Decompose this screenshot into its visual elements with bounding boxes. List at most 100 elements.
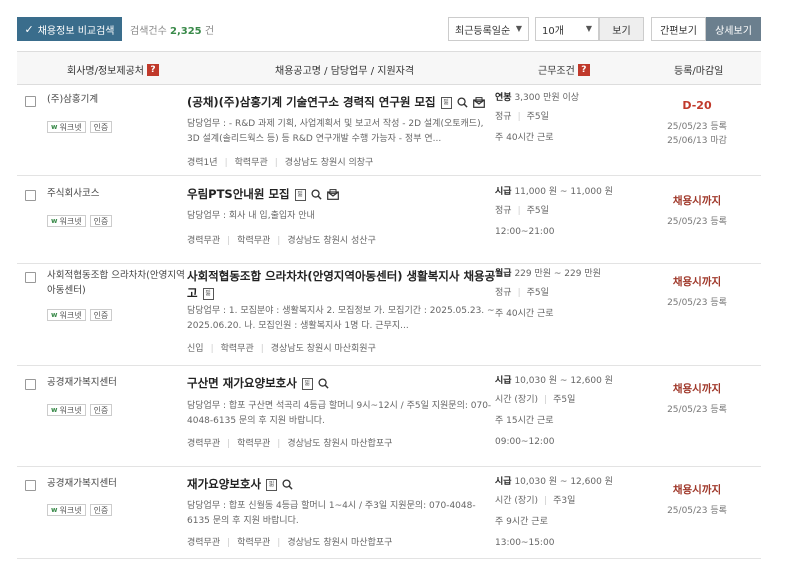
company-name[interactable]: 사회적협동조합 으라차차(안영지역아동센터) — [47, 268, 187, 298]
company-name[interactable]: (주)삼홍기계 — [47, 92, 187, 107]
check-icon: ✓ — [24, 22, 34, 36]
company-name[interactable]: 공경재가복지센터 — [47, 476, 187, 491]
work-conditions: 연봉 3,300 만원 이상 정규주5일주 40시간 근로 — [495, 92, 655, 145]
condition-line: 정규주5일 — [495, 205, 655, 218]
view-button[interactable]: 보기 — [599, 17, 644, 41]
cert-badge: 인증 — [89, 504, 113, 516]
search-icon[interactable] — [282, 479, 293, 490]
compare-search-button[interactable]: ✓ 채용정보 비교검색 — [17, 17, 122, 41]
search-icon[interactable] — [318, 378, 329, 389]
deadline-badge: 채용시까지 — [672, 276, 722, 288]
condition-line: 시간 (장기)주3일 — [495, 495, 655, 508]
pay-line: 연봉 3,300 만원 이상 — [495, 92, 655, 105]
simple-view-button[interactable]: 간편보기 — [651, 17, 706, 41]
job-title-link[interactable]: 사회적협동조합 으라차차(안영지역아동센터) 생활복지사 채용공고 — [187, 269, 495, 300]
search-icon[interactable] — [457, 97, 468, 108]
pay-line: 시급 10,030 원 ~ 12,600 원 — [495, 375, 655, 388]
condition-line: 주 40시간 근로 — [495, 308, 655, 321]
company-name[interactable]: 공경재가복지센터 — [47, 375, 187, 390]
work-conditions: 시급 10,030 원 ~ 12,600 원 시간 (장기)주5일주 15시간 … — [495, 375, 655, 449]
condition-item: 주5일 — [512, 205, 549, 218]
table-row: 공경재가복지센터 w 워크넷 인증 구산면 재가요양보호사 핆 담당업무 : 합포 … — [17, 366, 761, 467]
condition-line: 주 40시간 근로 — [495, 132, 655, 145]
company-name[interactable]: 주식회사코스 — [47, 186, 187, 201]
job-title-link[interactable]: (공채)(주)삼홍기계 기술연구소 경력직 연구원 모집 — [187, 95, 436, 109]
document-icon[interactable]: 핆 — [440, 96, 452, 109]
date-status: 채용시까지 25/05/23 등록 — [647, 482, 747, 518]
help-icon[interactable]: ? — [146, 63, 159, 76]
condition-item: 주 9시간 근로 — [495, 517, 548, 527]
meta-item: 학력무관 — [220, 535, 270, 548]
registered-date: 25/05/23 등록 — [667, 298, 727, 308]
document-icon[interactable]: 핆 — [294, 188, 306, 201]
condition-line: 12:00~21:00 — [495, 226, 655, 239]
condition-item: 주5일 — [512, 111, 549, 124]
job-title-link[interactable]: 재가요양보호사 — [187, 477, 261, 491]
header-conditions: 근무조건 ? — [538, 62, 590, 77]
pay-type: 월급 — [495, 269, 512, 279]
job-meta: 경력무관학력무관경상남도 창원시 성산구 — [187, 233, 376, 246]
cert-badge: 인증 — [89, 404, 113, 416]
meta-item: 학력무관 — [220, 436, 270, 449]
date-status: D-20 25/05/23 등록 25/06/13 마감 — [647, 98, 747, 148]
condition-line: 주 9시간 근로 — [495, 516, 655, 529]
badge-group: w 워크넷 인증 — [47, 309, 113, 321]
badge-group: w 워크넷 인증 — [47, 121, 113, 133]
pay-amount: 10,030 원 ~ 12,600 원 — [514, 477, 613, 487]
pay-amount: 11,000 원 ~ 11,000 원 — [514, 187, 613, 197]
condition-item: 12:00~21:00 — [495, 227, 555, 237]
row-checkbox[interactable] — [25, 96, 36, 107]
help-icon[interactable]: ? — [577, 63, 590, 76]
header-conditions-label: 근무조건 — [538, 66, 575, 77]
job-title-link[interactable]: 구산면 재가요양보호사 — [187, 376, 297, 390]
meta-item: 경력무관 — [187, 439, 221, 449]
condition-line: 09:00~12:00 — [495, 436, 655, 449]
worknet-icon: w — [51, 217, 58, 225]
job-duty: 담당업무 : 합포 신월동 4등급 할머니 1~4시 / 주3일 지원문의: 0… — [187, 501, 476, 526]
worknet-label: 워크넷 — [59, 216, 82, 226]
job-title: 구산면 재가요양보호사 핆 — [187, 375, 497, 392]
worknet-badge: w 워크넷 — [47, 121, 86, 133]
worknet-badge: w 워크넷 — [47, 504, 86, 516]
job-duty: 담당업무 : - R&D 과제 기획, 사업계획서 및 보고서 작성 - 2D … — [187, 119, 484, 144]
pay-amount: 3,300 만원 이상 — [514, 93, 580, 103]
mail-icon[interactable] — [472, 97, 485, 108]
condition-line: 정규주5일 — [495, 111, 655, 124]
deadline-badge: 채용시까지 — [672, 383, 722, 395]
meta-item: 경상남도 창원시 마산합포구 — [270, 436, 392, 449]
work-conditions: 월급 229 만원 ~ 229 만원 정규주5일주 40시간 근로 — [495, 268, 655, 321]
compare-search-label: 채용정보 비교검색 — [37, 25, 115, 37]
row-checkbox[interactable] — [25, 379, 36, 390]
job-title-link[interactable]: 우림PTS안내원 모집 — [187, 187, 290, 201]
cert-badge: 인증 — [89, 121, 113, 133]
header-title: 채용공고명 / 담당업무 / 지원자격 — [275, 62, 414, 77]
per-page-select[interactable]: 10개 ▼ — [535, 17, 599, 41]
job-title: (공채)(주)삼홍기계 기술연구소 경력직 연구원 모집 핆 — [187, 94, 497, 111]
count-unit: 건 — [204, 26, 215, 37]
pay-line: 시급 10,030 원 ~ 12,600 원 — [495, 476, 655, 489]
detail-view-button[interactable]: 상세보기 — [706, 17, 761, 41]
document-icon[interactable]: 핆 — [266, 478, 278, 491]
search-icon[interactable] — [311, 189, 322, 200]
worknet-icon: w — [51, 311, 58, 319]
job-title: 사회적협동조합 으라차차(안영지역아동센터) 생활복지사 채용공고 핆 — [187, 268, 497, 302]
meta-item: 경력무관 — [187, 538, 221, 548]
per-page-value: 10개 — [542, 25, 564, 37]
row-checkbox[interactable] — [25, 190, 36, 201]
badge-group: w 워크넷 인증 — [47, 404, 113, 416]
deadline-badge: 채용시까지 — [672, 484, 722, 496]
row-checkbox[interactable] — [25, 272, 36, 283]
worknet-label: 워크넷 — [59, 122, 82, 132]
document-icon[interactable]: 핆 — [301, 377, 313, 390]
condition-item: 정규 — [495, 112, 512, 122]
job-duty: 담당업무 : 합포 구산면 석곡리 4등급 할머니 9시~12시 / 주5일 지… — [187, 401, 492, 426]
document-icon[interactable]: 핆 — [202, 287, 214, 300]
header-company: 회사명/정보제공처 ? — [67, 62, 159, 77]
row-checkbox[interactable] — [25, 480, 36, 491]
sort-select[interactable]: 최근등록일순 ▼ — [448, 17, 529, 41]
meta-item: 경상남도 창원시 의창구 — [268, 155, 374, 168]
condition-line: 주 15시간 근로 — [495, 415, 655, 428]
mail-icon[interactable] — [326, 189, 339, 200]
condition-item: 주5일 — [512, 287, 549, 300]
table-row: 사회적협동조합 으라차차(안영지역아동센터) w 워크넷 인증 사회적협동조합 으… — [17, 264, 761, 366]
